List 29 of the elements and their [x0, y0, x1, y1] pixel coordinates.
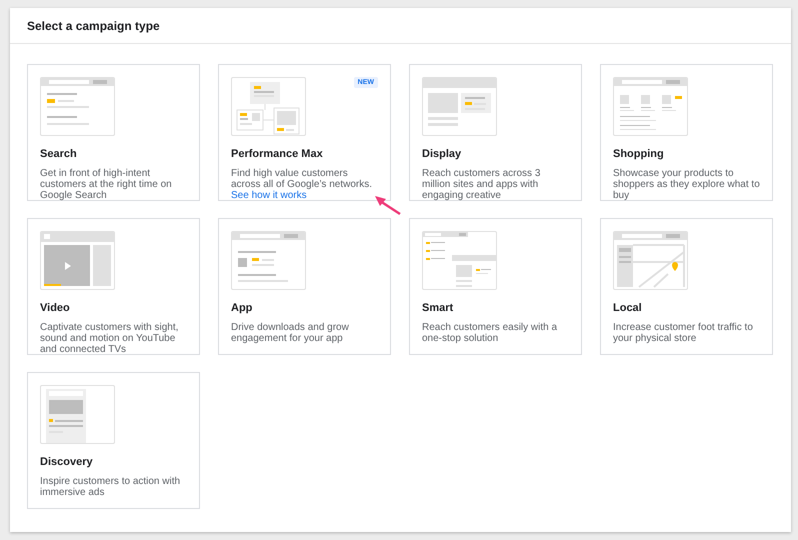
- campaign-name: Display: [422, 148, 462, 160]
- campaign-description: Captivate customers with sight, sound and motion on YouTube and connected TVs: [40, 322, 180, 355]
- campaign-name: Performance Max: [231, 148, 323, 160]
- campaign-card[interactable]: Smart Reach customers easily with a one-stop solution: [409, 218, 582, 355]
- campaign-description: Drive downloads and grow engagement for your app: [231, 322, 350, 344]
- see-how-link[interactable]: See how it works: [231, 190, 307, 201]
- campaign-name: Local: [613, 302, 642, 314]
- campaign-card[interactable]: Local Increase customer foot traffic to your physical store: [600, 218, 773, 355]
- campaign-card[interactable]: Display Reach customers across 3 million sites and apps with engaging creative: [409, 64, 582, 201]
- campaign-card[interactable]: Search Get in front of high-intent customers at the right time on Google Search: [27, 64, 200, 201]
- campaign-name: Smart: [422, 302, 454, 314]
- campaign-card[interactable]: Discovery Inspire customers to action with immersive ads: [27, 372, 200, 509]
- campaign-description: Increase customer foot traffic to your physical store: [613, 322, 754, 344]
- campaign-name: App: [231, 302, 252, 314]
- dialog-title: Select a campaign type: [27, 18, 160, 32]
- campaign-name: Shopping: [613, 148, 664, 160]
- campaign-description: Showcase your products to shoppers as they explore what to buy: [613, 168, 760, 201]
- campaign-card[interactable]: App Drive downloads and grow engagement for your app: [218, 218, 391, 355]
- campaign-name: Discovery: [40, 456, 93, 468]
- campaign-name: Video: [40, 302, 70, 314]
- campaign-card[interactable]: Shopping Showcase your products to shoppers as they explore what to buy: [600, 64, 773, 201]
- campaign-name: Search: [40, 148, 77, 160]
- arrow-icon: [373, 193, 403, 217]
- campaign-description: Reach customers easily with a one-stop solution: [422, 322, 558, 344]
- campaign-description: Find high value customers across all of Google’s networks. See how it works: [231, 168, 373, 201]
- campaign-description: Reach customers across 3 million sites and apps with engaging creative: [422, 168, 542, 201]
- campaign-description: Get in front of high-intent customers at the right time on Google Search: [40, 168, 173, 201]
- campaign-description: Inspire customers to action with immersive ads: [40, 476, 182, 498]
- campaign-card[interactable]: Video Captivate customers with sight, sound and motion on YouTube and connected TVs: [27, 218, 200, 355]
